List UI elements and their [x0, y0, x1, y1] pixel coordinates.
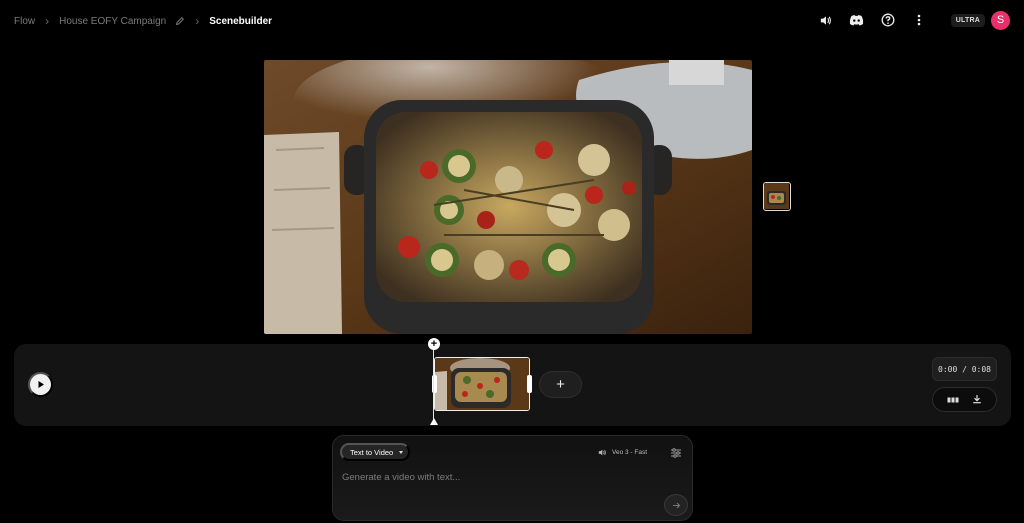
- prompt-input[interactable]: [342, 470, 642, 484]
- video-preview[interactable]: [264, 60, 752, 334]
- clip-thumbnail: [435, 358, 529, 410]
- arrow-right-icon: [672, 498, 681, 513]
- download-icon[interactable]: [972, 391, 982, 409]
- mode-label: Text to Video: [350, 447, 394, 457]
- add-scene-icon[interactable]: +: [428, 338, 440, 350]
- settings-sliders-icon[interactable]: [670, 446, 682, 458]
- more-vert-icon[interactable]: [909, 10, 929, 30]
- send-button[interactable]: [664, 494, 688, 516]
- playhead-marker[interactable]: [430, 418, 438, 425]
- playhead[interactable]: [433, 350, 434, 420]
- speaker-icon[interactable]: [816, 10, 836, 30]
- clip-trim-handle-right[interactable]: [527, 375, 532, 393]
- timecode: 0:00 / 0:08: [932, 357, 997, 381]
- timeline-clip[interactable]: [434, 357, 530, 411]
- plan-badge: ULTRA: [950, 13, 985, 27]
- model-label: Veo 3 - Fast: [612, 448, 648, 456]
- speaker-icon: [598, 449, 606, 455]
- chevron-down-icon: [399, 450, 404, 454]
- discord-icon[interactable]: [847, 10, 867, 30]
- breadcrumb-project[interactable]: House EOFY Campaign: [59, 16, 166, 27]
- breadcrumb-separator: ›: [195, 14, 200, 28]
- model-selector[interactable]: Veo 3 - Fast: [597, 446, 647, 458]
- breadcrumb-separator: ›: [45, 14, 50, 28]
- play-icon: [37, 377, 45, 392]
- avatar[interactable]: S: [991, 10, 1010, 30]
- play-button[interactable]: [28, 372, 53, 397]
- scene-thumbnail-icon[interactable]: [763, 182, 791, 211]
- pencil-icon[interactable]: [175, 16, 185, 26]
- page-title: Scenebuilder: [209, 15, 273, 27]
- breadcrumb: Flow › House EOFY Campaign › Scenebuilde…: [14, 13, 272, 29]
- header-actions: ULTRA S: [805, 10, 1010, 30]
- help-icon[interactable]: [878, 10, 898, 30]
- timeline-tools: [932, 387, 997, 412]
- frames-icon[interactable]: [947, 391, 959, 409]
- video-frame: [264, 60, 752, 334]
- add-clip-button[interactable]: +: [539, 371, 582, 398]
- breadcrumb-flow[interactable]: Flow: [14, 16, 35, 27]
- mode-dropdown[interactable]: Text to Video: [340, 443, 410, 461]
